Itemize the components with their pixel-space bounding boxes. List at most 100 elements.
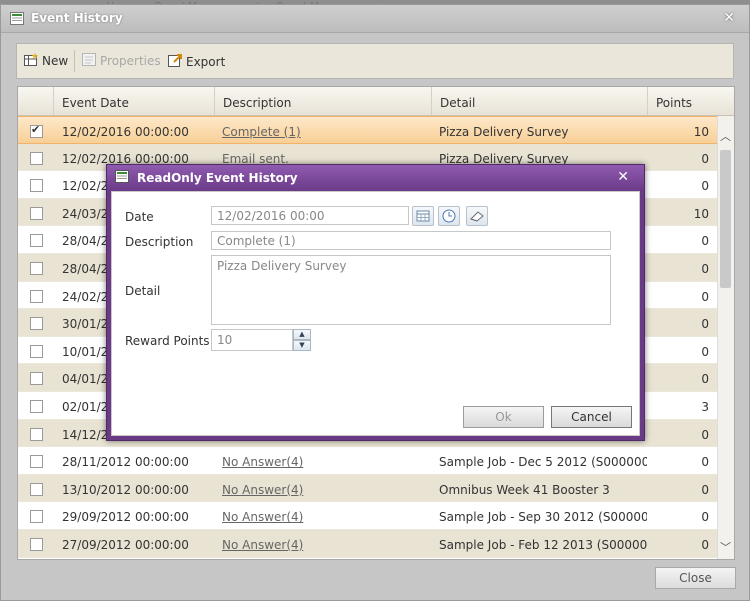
cancel-button[interactable]: Cancel <box>551 406 632 428</box>
row-checkbox[interactable] <box>30 317 43 331</box>
cell-points: 0 <box>701 455 709 470</box>
cell-points: 0 <box>701 427 709 442</box>
cell-detail: Sample Job - Dec 5 2012 (S00000085 <box>439 455 647 470</box>
table-row[interactable]: 29/09/2012 00:00:00 No Answer(4) Sample Jo… <box>18 502 718 530</box>
table-row[interactable]: 27/09/2012 00:00:00 No Answer(4) Sample Jo… <box>18 529 718 558</box>
column-header-event-date[interactable]: Event Date <box>53 87 214 115</box>
cell-detail: Sample Job - Feb 12 2013 (S000000 <box>439 537 647 552</box>
dialog-close-icon[interactable]: ✕ <box>617 169 629 185</box>
cell-description[interactable]: No Answer(4) <box>214 502 431 529</box>
vertical-scrollbar[interactable]: ︿ ﹀ <box>717 116 734 559</box>
cell-detail: Omnibus Week 41 Booster 3 <box>439 482 610 497</box>
table-row[interactable]: 13/10/2012 00:00:00 No Answer(4) Omnibus W… <box>18 474 718 503</box>
row-checkbox[interactable] <box>30 206 43 220</box>
cell-points: 10 <box>693 125 709 139</box>
cell-points: 0 <box>701 261 709 276</box>
reward-points-field[interactable] <box>211 329 293 351</box>
row-checkbox[interactable] <box>30 344 43 358</box>
properties-icon <box>82 53 97 69</box>
table-row[interactable]: 28/11/2012 00:00:00 No Answer(4) Sample Jo… <box>18 447 718 475</box>
reward-points-spinner[interactable]: ▲ ▼ <box>293 329 311 351</box>
properties-label: Properties <box>100 54 161 68</box>
cell-description-link[interactable]: No Answer(4) <box>222 510 303 524</box>
column-header-points[interactable]: Points <box>647 87 734 115</box>
cell-description[interactable]: No Answer(4) <box>214 475 431 502</box>
clock-icon[interactable] <box>438 206 460 226</box>
cell-points: 0 <box>701 482 709 497</box>
select-column-header <box>18 87 53 115</box>
cell-points: 0 <box>701 317 709 332</box>
scroll-up-icon[interactable]: ︿ <box>720 128 731 144</box>
cell-points: 0 <box>701 179 709 194</box>
row-checkbox[interactable] <box>30 537 43 551</box>
cell-description[interactable]: Complete (1) <box>214 117 431 144</box>
new-button[interactable]: New <box>24 53 68 69</box>
date-field[interactable] <box>211 206 409 225</box>
column-header-description[interactable]: Description <box>214 87 431 115</box>
cell-event-date: 29/09/2012 00:00:00 <box>62 510 189 525</box>
dialog-body: Date Description Detail Pizza Delivery S… <box>111 191 640 436</box>
cell-points: 0 <box>701 344 709 359</box>
cell-description-link[interactable]: No Answer(4) <box>222 483 303 497</box>
dialog-title: ReadOnly Event History <box>137 171 298 185</box>
export-icon <box>168 53 183 70</box>
window-title: Event History <box>31 11 123 25</box>
table-row[interactable]: 12/02/2016 00:00:00 Complete (1) Pizza Del… <box>18 116 718 144</box>
window-close-icon[interactable]: ✕ <box>723 10 735 26</box>
cell-description-link[interactable]: Complete (1) <box>222 125 301 139</box>
row-checkbox[interactable] <box>30 123 43 138</box>
cell-description[interactable]: No Answer(4) <box>214 447 431 474</box>
scrollbar-thumb[interactable] <box>720 150 731 288</box>
row-checkbox[interactable] <box>30 234 43 248</box>
detail-label: Detail <box>125 284 161 298</box>
cell-description[interactable]: No Answer(4) <box>214 530 431 557</box>
scroll-down-icon[interactable]: ﹀ <box>720 539 731 555</box>
cell-event-date: 28/11/2012 00:00:00 <box>62 455 189 470</box>
properties-button[interactable]: Properties <box>82 53 161 69</box>
new-icon <box>24 53 39 69</box>
cell-event-date: 12/02/2016 00:00:00 <box>62 125 189 139</box>
cell-detail: Pizza Delivery Survey <box>439 125 569 139</box>
cell-description-link[interactable]: No Answer(4) <box>222 455 303 469</box>
eraser-icon[interactable] <box>466 206 488 226</box>
calendar-icon[interactable] <box>412 206 434 226</box>
spin-up-icon[interactable]: ▲ <box>293 329 311 340</box>
cell-points: 0 <box>701 372 709 387</box>
row-checkbox[interactable] <box>30 455 43 469</box>
export-label: Export <box>186 54 226 69</box>
row-checkbox[interactable] <box>30 510 43 524</box>
export-button[interactable]: Export <box>168 53 225 70</box>
row-checkbox[interactable] <box>30 427 43 441</box>
window-titlebar: Event History ✕ <box>1 5 749 33</box>
row-checkbox[interactable] <box>30 372 43 386</box>
row-checkbox[interactable] <box>30 151 43 165</box>
spin-down-icon[interactable]: ▼ <box>293 340 311 351</box>
description-label: Description <box>125 235 194 249</box>
detail-field[interactable]: Pizza Delivery Survey <box>211 255 611 325</box>
row-checkbox[interactable] <box>30 289 43 303</box>
cell-event-date: 13/10/2012 00:00:00 <box>62 482 189 497</box>
row-checkbox[interactable] <box>30 179 43 193</box>
dialog-titlebar: ReadOnly Event History ✕ <box>107 165 644 191</box>
cell-points: 0 <box>701 151 709 166</box>
toolbar-separator <box>74 50 75 72</box>
cell-points: 0 <box>701 234 709 249</box>
column-header-detail[interactable]: Detail <box>431 87 647 115</box>
grid-header: Event Date Description Detail Points <box>18 87 734 116</box>
row-checkbox[interactable] <box>30 399 43 413</box>
window-icon <box>10 12 24 28</box>
dialog-icon <box>115 170 129 186</box>
cell-points: 0 <box>701 510 709 525</box>
date-label: Date <box>125 210 154 224</box>
row-checkbox[interactable] <box>30 482 43 496</box>
toolbar: New Properties Export <box>16 43 734 79</box>
cell-points: 0 <box>701 537 709 552</box>
new-label: New <box>42 54 69 68</box>
row-checkbox[interactable] <box>30 261 43 275</box>
cell-points: 3 <box>701 399 709 414</box>
description-field[interactable] <box>211 231 611 250</box>
cell-event-date: 27/09/2012 00:00:00 <box>62 537 189 552</box>
cell-description-link[interactable]: No Answer(4) <box>222 538 303 552</box>
ok-button[interactable]: Ok <box>463 406 544 428</box>
close-button[interactable]: Close <box>655 567 736 589</box>
